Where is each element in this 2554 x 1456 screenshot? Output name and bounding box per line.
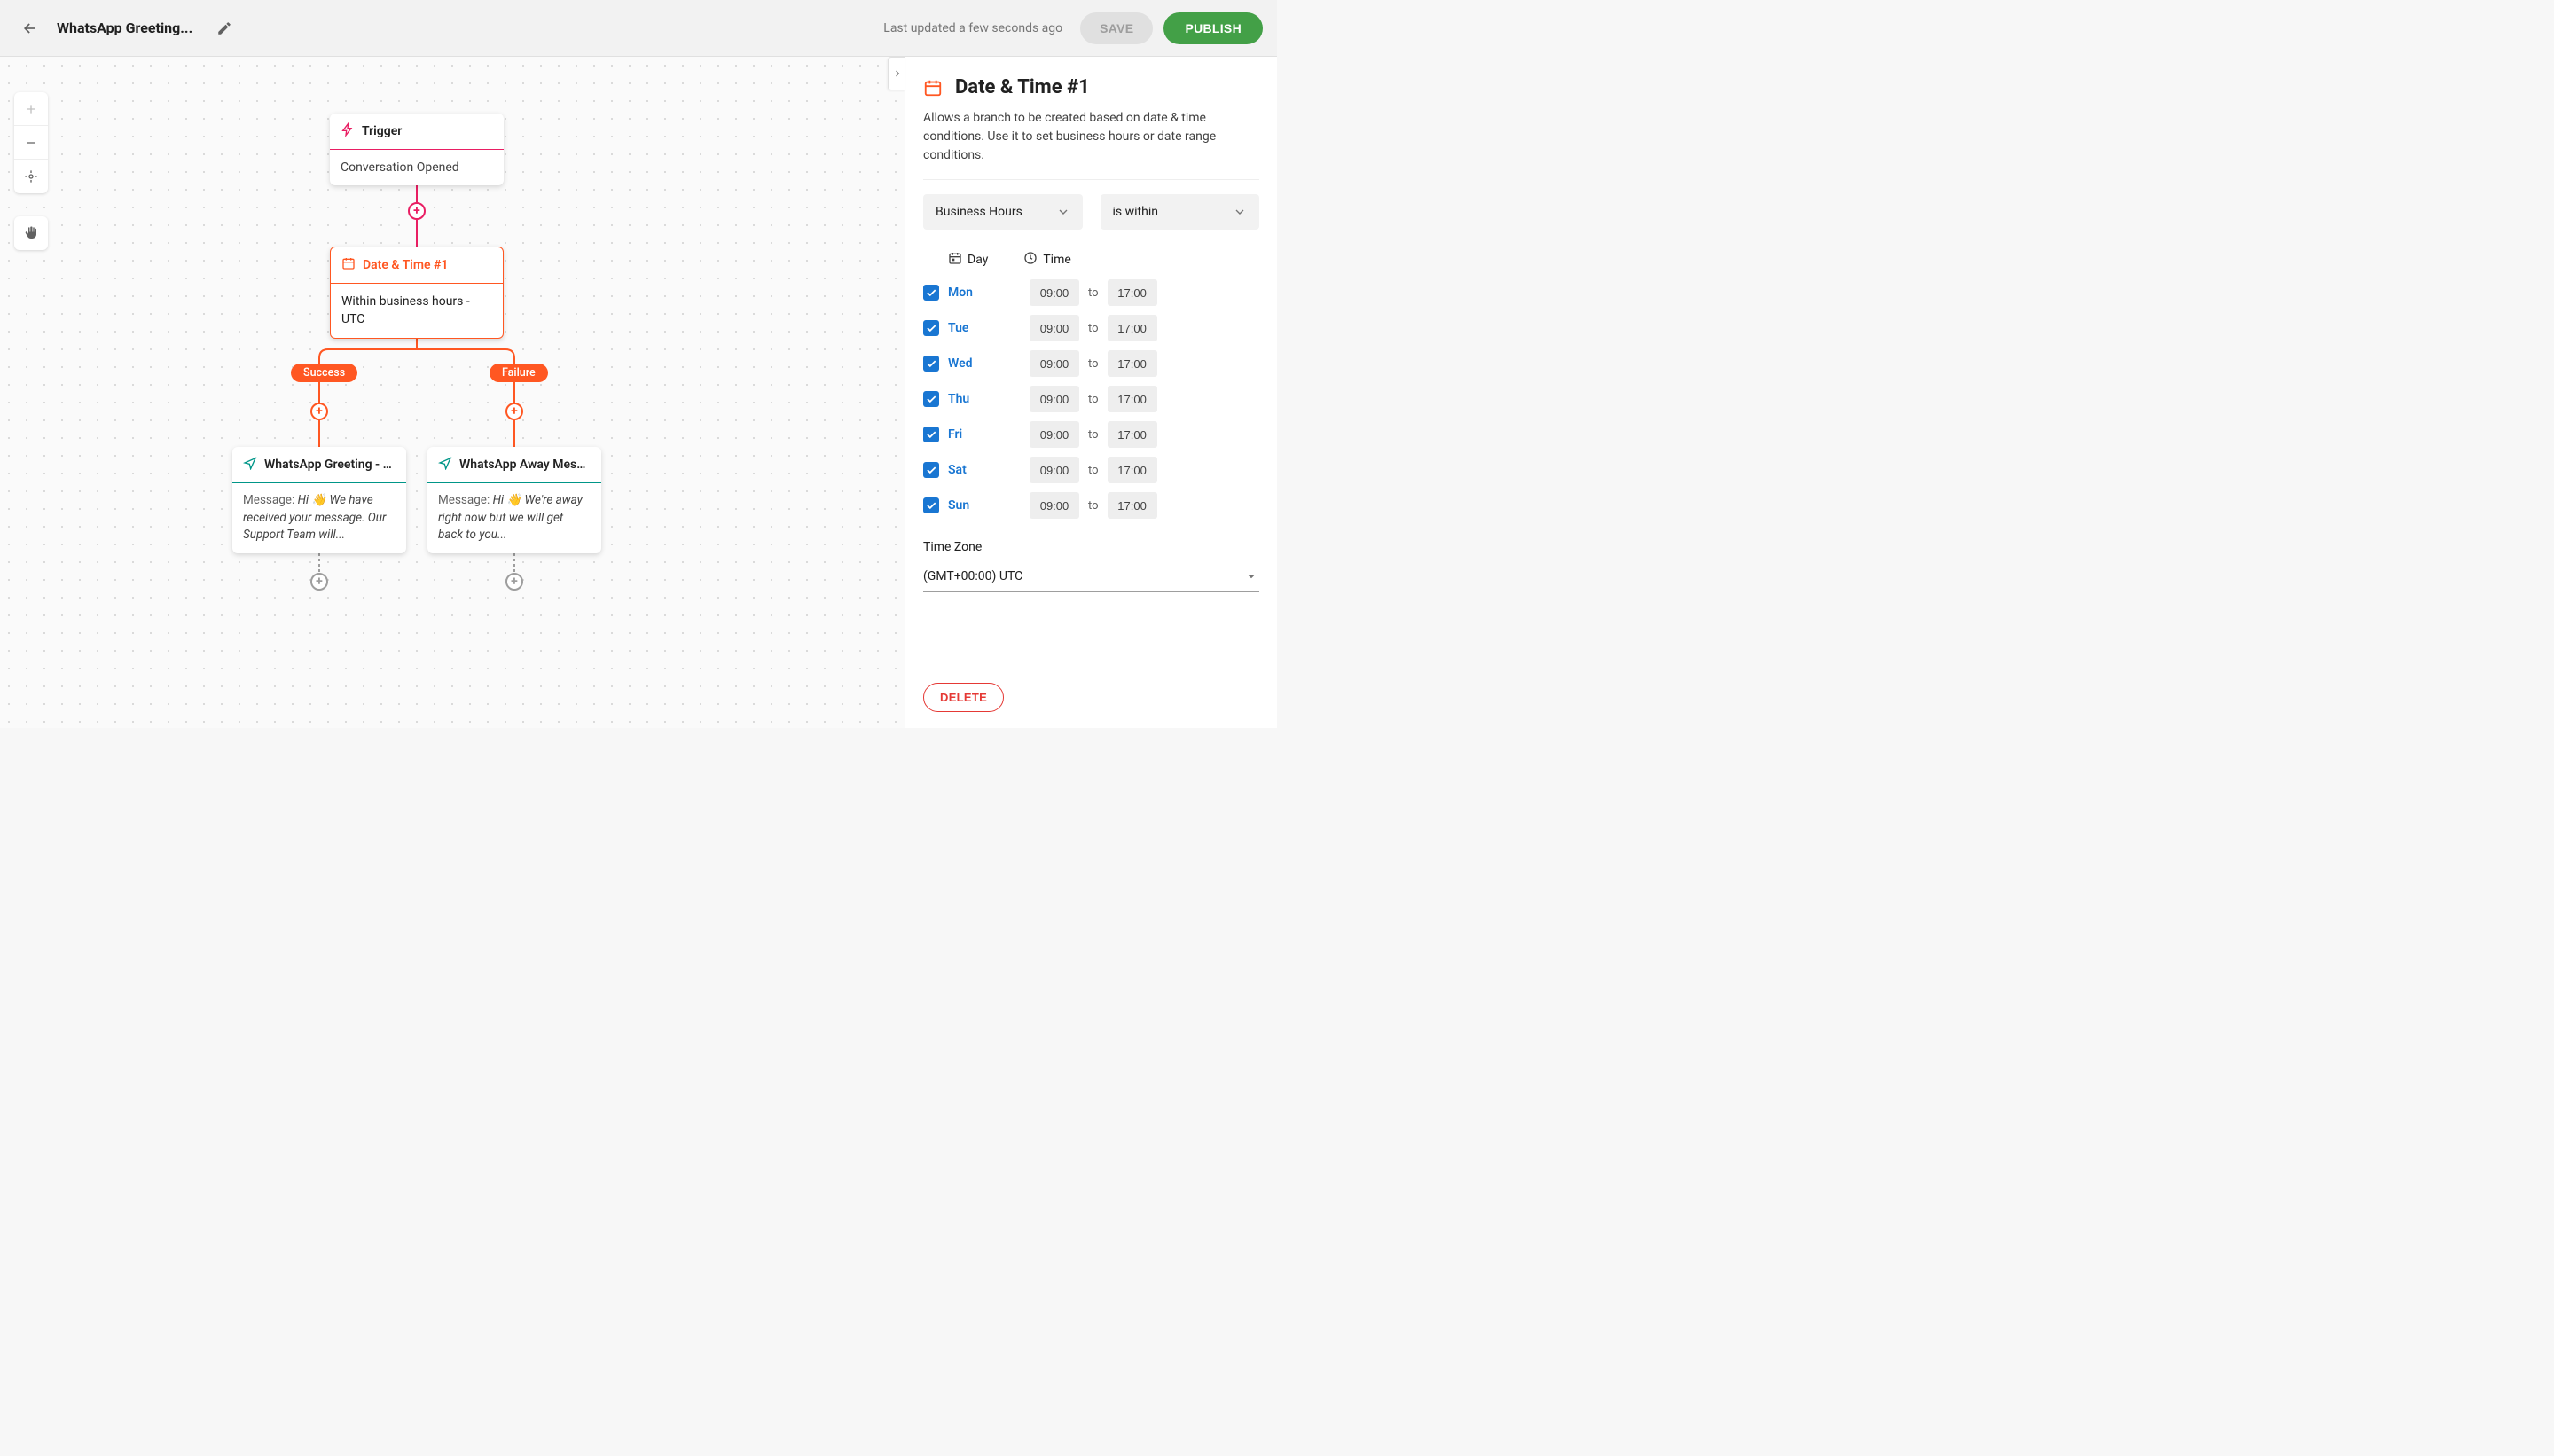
datetime-body: Within business hours - UTC — [331, 284, 503, 338]
panel-description: Allows a branch to be created based on d… — [923, 109, 1259, 165]
trigger-body: Conversation Opened — [330, 150, 504, 185]
time-to-input[interactable] — [1108, 492, 1157, 519]
time-from-input[interactable] — [1030, 386, 1079, 412]
time-from-input[interactable] — [1030, 457, 1079, 483]
add-step-button[interactable]: + — [408, 202, 426, 220]
time-header: Time — [1043, 253, 1070, 267]
trigger-label: Trigger — [362, 124, 402, 138]
to-label: to — [1088, 393, 1099, 406]
time-to-input[interactable] — [1108, 315, 1157, 341]
add-step-failure-button[interactable]: + — [505, 403, 523, 420]
day-row: Sun to — [923, 492, 1259, 519]
message-prefix: Message: — [438, 493, 493, 507]
to-label: to — [1088, 464, 1099, 477]
zoom-controls — [14, 92, 48, 193]
message-prefix: Message: — [243, 493, 298, 507]
pan-tool-button[interactable] — [14, 216, 48, 250]
send-greeting-node[interactable]: WhatsApp Greeting - Ge… Message: Hi 👋 We… — [232, 447, 406, 553]
event-icon — [948, 251, 962, 269]
mode-value: Business Hours — [936, 205, 1022, 219]
trigger-node[interactable]: Trigger Conversation Opened — [330, 114, 504, 185]
panel-title: Date & Time #1 — [955, 76, 1090, 98]
workflow-title: WhatsApp Greeting... — [57, 20, 192, 36]
center-button[interactable] — [14, 160, 48, 193]
day-row: Fri to — [923, 421, 1259, 448]
caret-down-icon — [1243, 568, 1259, 584]
calendar-icon — [341, 256, 356, 274]
day-row: Tue to — [923, 315, 1259, 341]
zoom-out-button[interactable] — [14, 126, 48, 160]
send-away-node[interactable]: WhatsApp Away Message Message: Hi 👋 We'r… — [427, 447, 601, 553]
chevron-down-icon — [1233, 205, 1247, 219]
time-from-input[interactable] — [1030, 350, 1079, 377]
operator-value: is within — [1113, 205, 1158, 219]
send-icon — [243, 456, 257, 474]
back-button[interactable] — [14, 12, 46, 44]
day-checkbox[interactable] — [923, 320, 939, 336]
add-step-success-button[interactable]: + — [310, 403, 328, 420]
add-step-after-away-button[interactable]: + — [505, 573, 523, 591]
time-from-input[interactable] — [1030, 315, 1079, 341]
time-from-input[interactable] — [1030, 492, 1079, 519]
zoom-in-button[interactable] — [14, 92, 48, 126]
day-name: Wed — [948, 356, 987, 371]
publish-button[interactable]: PUBLISH — [1163, 12, 1263, 44]
day-name: Sun — [948, 498, 987, 513]
day-checkbox[interactable] — [923, 285, 939, 301]
to-label: to — [1088, 428, 1099, 442]
day-checkbox[interactable] — [923, 391, 939, 407]
clock-icon — [1023, 251, 1038, 269]
datetime-node[interactable]: Date & Time #1 Within business hours - U… — [330, 247, 504, 339]
bolt-icon — [341, 122, 355, 140]
day-name: Mon — [948, 286, 987, 300]
timezone-select[interactable]: (GMT+00:00) UTC — [923, 561, 1259, 592]
timezone-value: (GMT+00:00) UTC — [923, 569, 1022, 583]
send-away-label: WhatsApp Away Message — [459, 458, 591, 472]
to-label: to — [1088, 322, 1099, 335]
day-checkbox[interactable] — [923, 427, 939, 442]
mode-dropdown[interactable]: Business Hours — [923, 194, 1083, 230]
calendar-icon — [923, 78, 944, 98]
day-checkbox[interactable] — [923, 497, 939, 513]
day-checkbox[interactable] — [923, 356, 939, 372]
canvas[interactable]: + + + + + Success Failure Trigger Conver… — [0, 57, 905, 728]
day-row: Sat to — [923, 457, 1259, 483]
send-icon — [438, 456, 452, 474]
collapse-panel-button[interactable] — [888, 57, 905, 90]
header-bar: WhatsApp Greeting... Last updated a few … — [0, 0, 1277, 57]
operator-dropdown[interactable]: is within — [1101, 194, 1260, 230]
day-row: Mon to — [923, 279, 1259, 306]
time-from-input[interactable] — [1030, 279, 1079, 306]
send-greeting-label: WhatsApp Greeting - Ge… — [264, 458, 396, 472]
time-to-input[interactable] — [1108, 279, 1157, 306]
timezone-label: Time Zone — [923, 540, 1259, 554]
day-name: Sat — [948, 463, 987, 477]
to-label: to — [1088, 286, 1099, 300]
to-label: to — [1088, 357, 1099, 371]
save-button[interactable]: SAVE — [1080, 12, 1153, 44]
time-from-input[interactable] — [1030, 421, 1079, 448]
datetime-label: Date & Time #1 — [363, 258, 448, 272]
add-step-after-greeting-button[interactable]: + — [310, 573, 328, 591]
time-to-input[interactable] — [1108, 457, 1157, 483]
branch-label-success: Success — [291, 364, 357, 382]
day-name: Thu — [948, 392, 987, 406]
time-to-input[interactable] — [1108, 350, 1157, 377]
side-panel: Date & Time #1 Allows a branch to be cre… — [905, 57, 1277, 728]
delete-button[interactable]: DELETE — [923, 683, 1004, 712]
day-name: Tue — [948, 321, 987, 335]
day-row: Wed to — [923, 350, 1259, 377]
last-updated-label: Last updated a few seconds ago — [883, 21, 1062, 35]
time-to-input[interactable] — [1108, 386, 1157, 412]
branch-label-failure: Failure — [490, 364, 548, 382]
day-name: Fri — [948, 427, 987, 442]
to-label: to — [1088, 499, 1099, 513]
day-row: Thu to — [923, 386, 1259, 412]
day-checkbox[interactable] — [923, 462, 939, 478]
edit-title-button[interactable] — [208, 12, 240, 44]
chevron-down-icon — [1056, 205, 1070, 219]
day-header: Day — [968, 253, 988, 267]
time-to-input[interactable] — [1108, 421, 1157, 448]
